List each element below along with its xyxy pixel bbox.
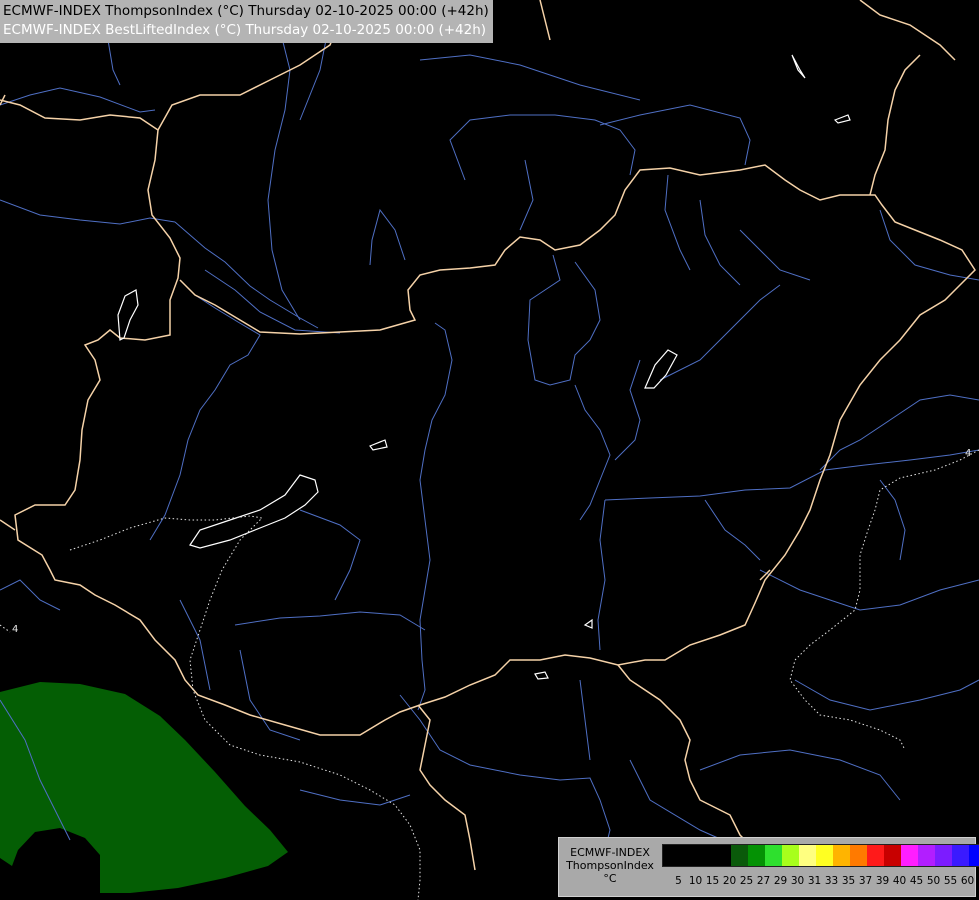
- legend-swatch: [748, 845, 765, 866]
- legend-swatch: [799, 845, 816, 866]
- legend-tick-label: 60: [960, 875, 975, 887]
- legend-swatch: [884, 845, 901, 866]
- weather-map: 4 4: [0, 0, 979, 900]
- legend-tick-label: 39: [875, 875, 890, 887]
- legend-unit: °C: [603, 872, 617, 885]
- legend-swatch: [663, 845, 680, 866]
- legend-swatch: [850, 845, 867, 866]
- legend-swatch: [714, 845, 731, 866]
- legend-swatch: [969, 845, 979, 866]
- legend-tick-label: 37: [858, 875, 873, 887]
- legend-swatch: [952, 845, 969, 866]
- legend-tick-label: 33: [824, 875, 839, 887]
- legend-tick-label: 55: [943, 875, 958, 887]
- legend-tick-label: 35: [841, 875, 856, 887]
- map-title-lifted: ECMWF-INDEX BestLiftedIndex (°C) Thursda…: [3, 22, 487, 38]
- contour-label: 4: [12, 624, 18, 635]
- legend-swatch: [918, 845, 935, 866]
- legend-tick-label: 30: [790, 875, 805, 887]
- legend-title: ECMWF-INDEX ThompsonIndex °C: [562, 846, 658, 885]
- legend-swatch: [867, 845, 884, 866]
- color-legend: ECMWF-INDEX ThompsonIndex °C 5 10 15 20 25 27…: [558, 837, 979, 897]
- legend-color-scale: [662, 844, 979, 867]
- legend-title-line: ECMWF-INDEX: [570, 846, 650, 859]
- legend-tick-label: 29: [773, 875, 788, 887]
- legend-swatch: [901, 845, 918, 866]
- legend-tick-label: 40: [892, 875, 907, 887]
- legend-swatch: [935, 845, 952, 866]
- legend-swatch: [731, 845, 748, 866]
- legend-tick-label: 31: [807, 875, 822, 887]
- legend-tick-label: 27: [756, 875, 771, 887]
- legend-tick-label: 50: [926, 875, 941, 887]
- legend-tick-label: 10: [688, 875, 703, 887]
- legend-tick-label: 20: [722, 875, 737, 887]
- legend-tick-label: 25: [739, 875, 754, 887]
- legend-ticks: 5 10 15 20 25 27 29 30 31 33 35 37 39 40 45 50 55 60: [662, 875, 976, 887]
- legend-swatch: [697, 845, 714, 866]
- legend-swatch: [816, 845, 833, 866]
- map-title-box: ECMWF-INDEX ThompsonIndex (°C) Thursday …: [0, 0, 493, 43]
- legend-title-line: ThompsonIndex: [566, 859, 654, 872]
- legend-tick-label: 45: [909, 875, 924, 887]
- legend-swatch: [765, 845, 782, 866]
- map-title-thompson: ECMWF-INDEX ThompsonIndex (°C) Thursday …: [3, 3, 489, 19]
- legend-swatch: [833, 845, 850, 866]
- legend-swatch: [782, 845, 799, 866]
- legend-tick-label: 5: [675, 875, 682, 887]
- legend-swatch: [680, 845, 697, 866]
- legend-tick-label: 15: [705, 875, 720, 887]
- contour-label: 4: [965, 448, 971, 459]
